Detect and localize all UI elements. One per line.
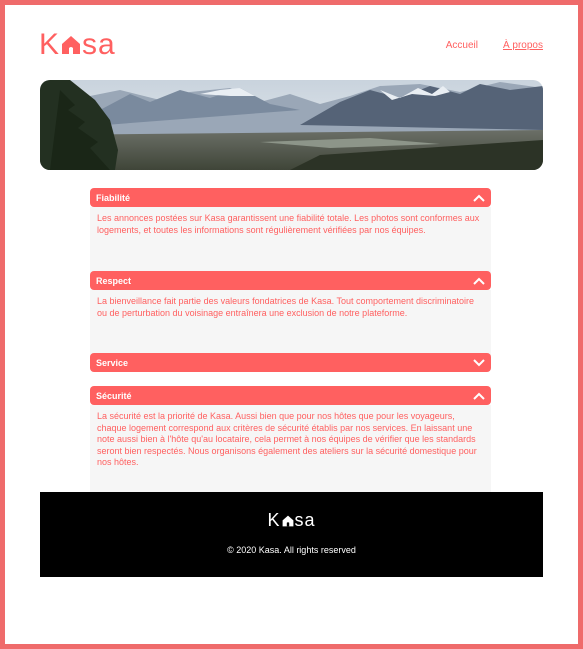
accordion-header-respect[interactable]: Respect — [90, 271, 491, 290]
accordion-body: Les annonces postées sur Kasa garantisse… — [90, 207, 491, 276]
accordion-header-securite[interactable]: Sécurité — [90, 386, 491, 405]
accordion-title: Sécurité — [96, 390, 132, 401]
logo-letter-k: K — [39, 28, 61, 61]
accordion-body: La sécurité est la priorité de Kasa. Aus… — [90, 405, 491, 498]
main-nav: Accueil À propos — [446, 40, 543, 51]
accordion-respect: Respect La bienveillance fait partie des… — [90, 271, 491, 359]
mountain-landscape-icon — [40, 80, 543, 170]
banner-image — [40, 80, 543, 170]
accordion-title: Respect — [96, 275, 132, 286]
accordion-title: Service — [96, 357, 129, 368]
home-icon — [282, 515, 293, 526]
nav-link-a-propos[interactable]: À propos — [503, 40, 543, 51]
footer: K sa © 2020 Kasa. All rights reserved — [40, 492, 543, 577]
home-icon — [62, 36, 81, 54]
chevron-up-icon[interactable] — [473, 392, 485, 400]
copyright-text: © 2020 Kasa. All rights reserved — [227, 545, 356, 555]
accordion-header-fiabilite[interactable]: Fiabilité — [90, 188, 491, 207]
accordion-body: La bienveillance fait partie des valeurs… — [90, 290, 491, 359]
accordion-title: Fiabilité — [96, 192, 131, 203]
logo-letters-sa: sa — [82, 28, 116, 61]
accordion-securite: Sécurité La sécurité est la priorité de … — [90, 386, 491, 498]
chevron-up-icon[interactable] — [473, 277, 485, 285]
chevron-up-icon[interactable] — [473, 194, 485, 202]
nav-link-accueil[interactable]: Accueil — [446, 40, 478, 51]
accordion-service: Service — [90, 353, 491, 372]
logo-letter-k: K — [267, 510, 281, 530]
accordion-fiabilite: Fiabilité Les annonces postées sur Kasa … — [90, 188, 491, 276]
chevron-down-icon[interactable] — [473, 358, 485, 367]
footer-logo[interactable]: K sa — [40, 510, 543, 531]
logo-letters-sa: sa — [294, 510, 316, 530]
accordion-header-service[interactable]: Service — [90, 353, 491, 372]
kasa-logo[interactable]: K sa — [39, 28, 116, 62]
header: K sa Accueil À propos — [39, 28, 543, 62]
